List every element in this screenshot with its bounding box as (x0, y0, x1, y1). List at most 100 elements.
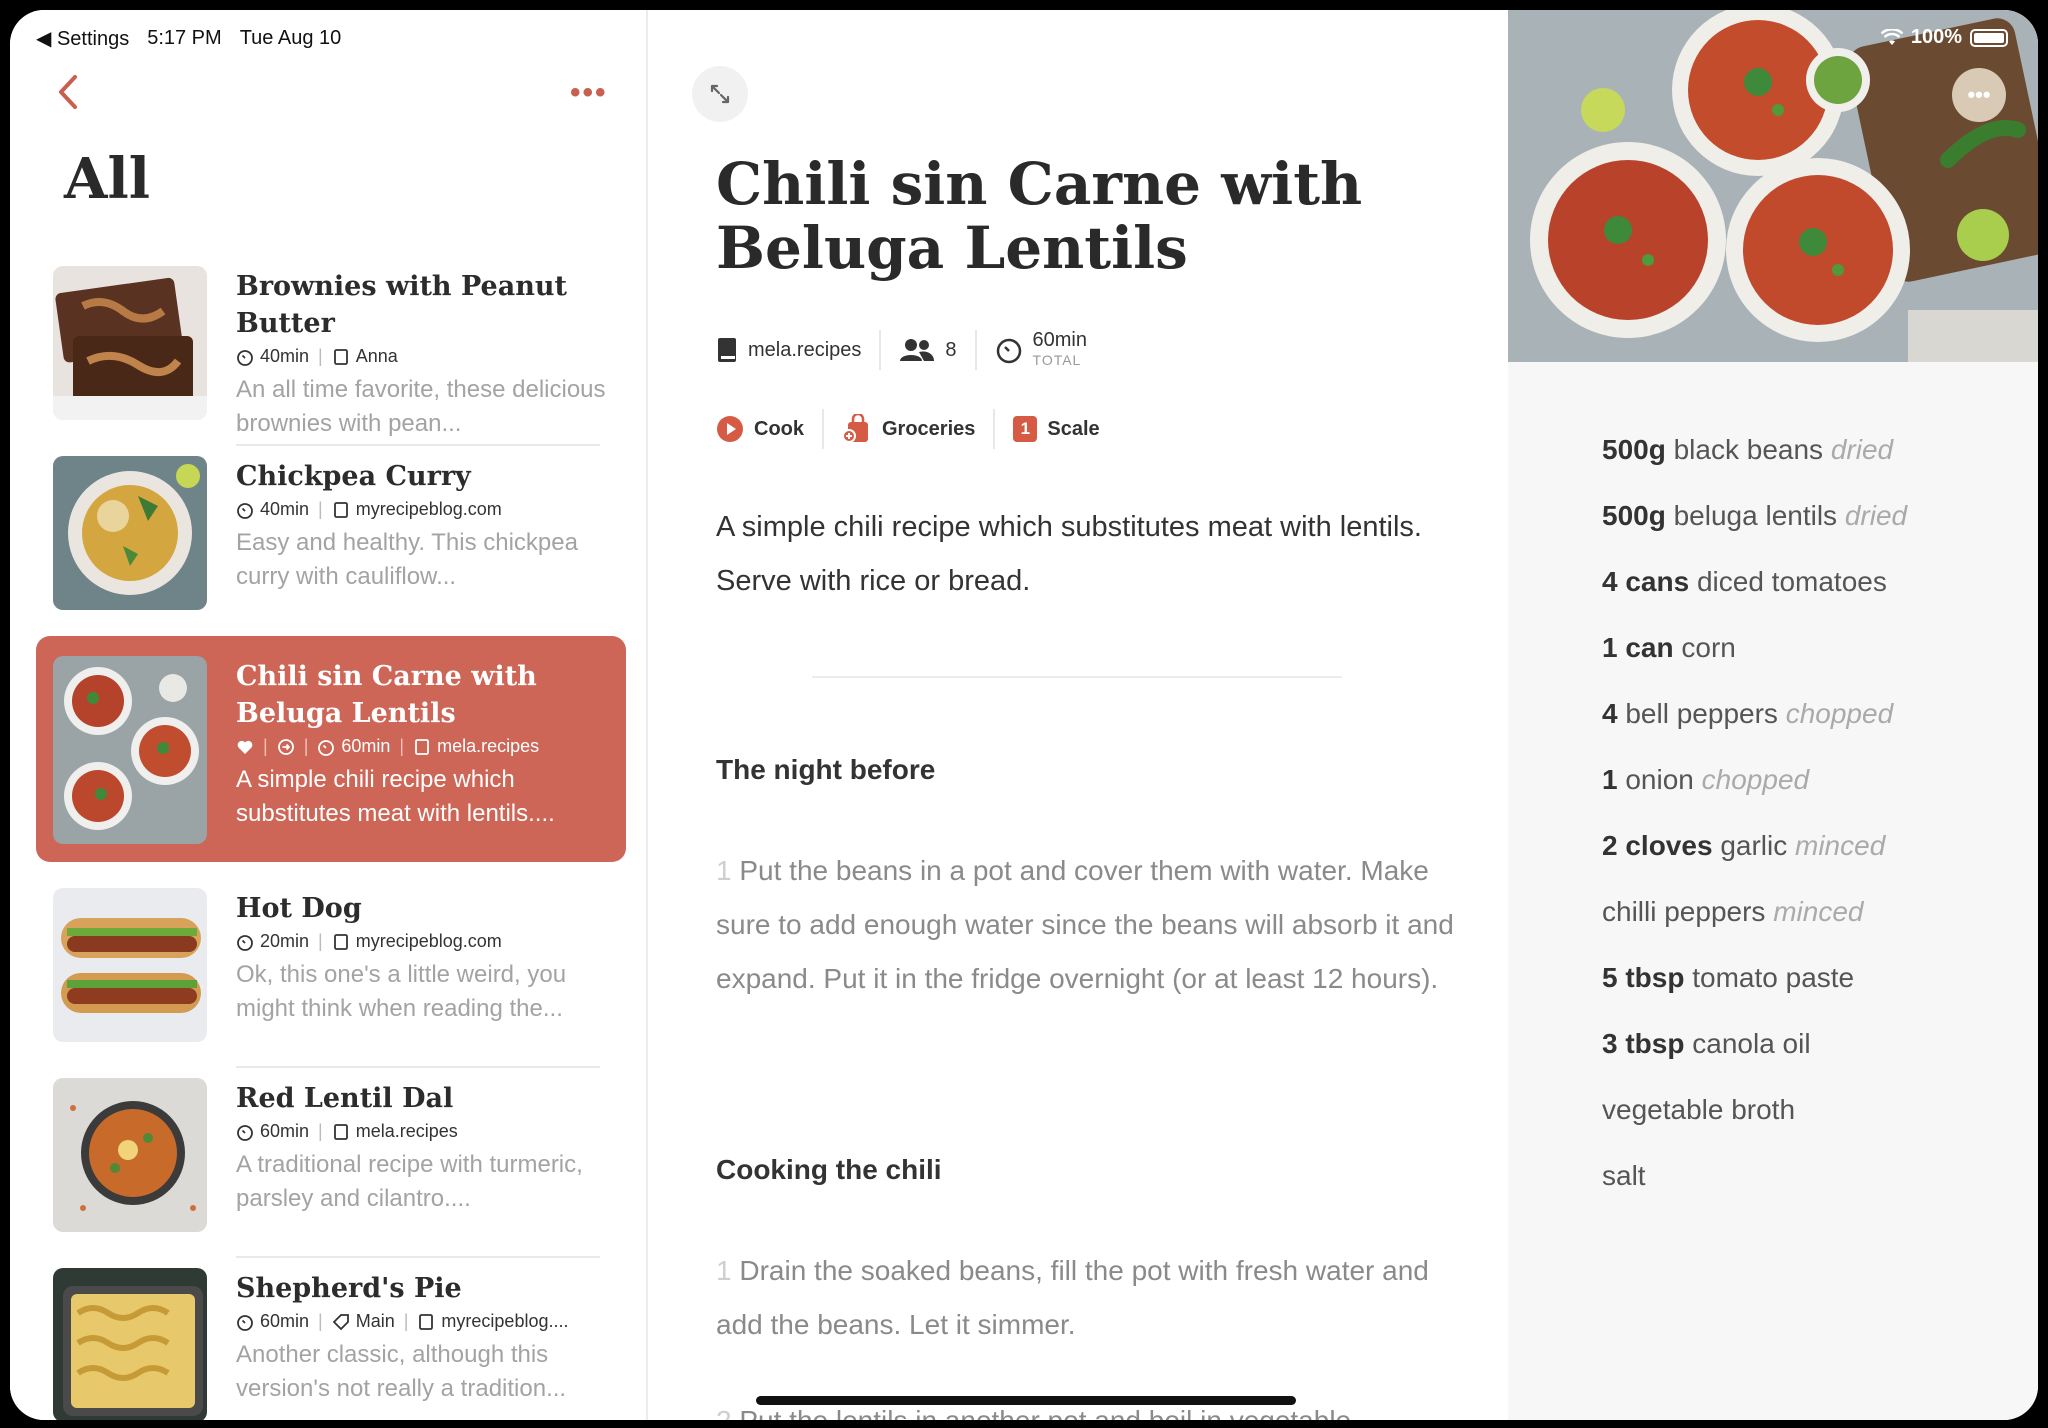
battery-percent: 100% (1910, 26, 1962, 48)
book-icon (333, 933, 348, 950)
ingredient-item: 500g black beans dried (1602, 434, 1894, 465)
section-heading: Cooking the chili (716, 1154, 942, 1185)
wifi-icon (1880, 28, 1903, 45)
recipe-meta: 60min | mela.recipes (236, 1121, 606, 1142)
recipe-meta: 40min | Anna (236, 346, 606, 367)
chevron-left-icon (59, 75, 77, 109)
ingredient-item: 2 cloves garlic minced (1602, 830, 1886, 861)
recipe-item-red-lentil-dal[interactable]: Red Lentil Dal 60min | mela.recipes A tra… (36, 1068, 626, 1258)
ingredient-item: 1 can corn (1602, 632, 1736, 663)
ingredient-item: 4 bell peppers chopped (1602, 698, 1894, 729)
ingredient-item: salt (1602, 1160, 1646, 1191)
recipe-list-pane: ••• All Brownies with Peanut Butter 40mi… (10, 10, 648, 1420)
book-icon (333, 348, 348, 365)
recipe-meta: 40min | myrecipeblog.com (236, 499, 606, 520)
recipe-summary: A simple chili recipe which substitutes … (716, 511, 1422, 597)
expand-icon (710, 84, 730, 104)
recipe-title: Chickpea Curry (236, 461, 471, 492)
heart-icon (237, 740, 253, 754)
recipe-title: Brownies with Peanut Butter (236, 271, 567, 339)
ingredient-item: 3 tbsp canola oil (1602, 1028, 1811, 1059)
recipe-thumbnail (53, 1078, 207, 1232)
book-icon (415, 738, 429, 755)
book-icon (333, 1123, 348, 1140)
scale-button[interactable]: 1 Scale (1013, 409, 1117, 449)
timer-icon (996, 338, 1021, 364)
recipe-info-row: mela.recipes 8 60min TOTAL (716, 324, 1123, 376)
groceries-button[interactable]: Groceries (842, 409, 996, 449)
recipe-title: Hot Dog (236, 893, 362, 924)
battery-icon (1970, 28, 2008, 47)
recipe-item-hot-dog[interactable]: Hot Dog 20min | myrecipeblog.com Ok, this… (36, 878, 626, 1068)
recipe-item-chickpea-curry[interactable]: Chickpea Curry 40min | myrecipeblog.com E… (36, 446, 626, 622)
recipe-title: Chili sin Carne with Beluga Lentils (236, 661, 537, 729)
recipe-thumbnail (53, 656, 207, 844)
timer-icon (237, 502, 253, 519)
recipe-description: Another classic, although this version's… (236, 1341, 567, 1402)
timer-icon (237, 934, 253, 951)
ingredients-list: 500g black beans dried 500g beluga lenti… (1602, 434, 2022, 1226)
recipe-meta: | | 60min | mela.recipes (236, 736, 606, 757)
divider (812, 676, 1342, 678)
recipe-meta: 60min | Main | myrecipeblog.... (236, 1311, 606, 1332)
timer-icon (237, 1314, 253, 1331)
book-icon (718, 338, 736, 362)
recipe-title: Shepherd's Pie (236, 1273, 462, 1304)
tag-icon (332, 1313, 349, 1330)
image-more-button[interactable]: ••• (1952, 68, 2006, 122)
timer-icon (237, 349, 253, 366)
recipe-thumbnail (53, 1268, 207, 1420)
ingredient-item: 4 cans diced tomatoes (1602, 566, 1887, 597)
book-icon (419, 1313, 434, 1330)
status-date: Tue Aug 10 (239, 27, 342, 49)
recipe-list: Brownies with Peanut Butter 40min | Anna … (36, 256, 626, 1420)
ipad-screen: ◀ Settings 5:17 PM Tue Aug 10 100% ••• A… (10, 10, 2038, 1420)
list-title: All (64, 146, 150, 212)
recipe-meta: 20min | myrecipeblog.com (236, 931, 606, 952)
people-icon (900, 339, 935, 361)
ingredient-item: vegetable broth (1602, 1094, 1796, 1125)
ingredients-pane: ••• 500g black beans dried 500g beluga l… (1508, 10, 2038, 1420)
recipe-description: A traditional recipe with turmeric, pars… (236, 1151, 583, 1212)
source-link[interactable]: mela.recipes (716, 330, 882, 370)
recipe-thumbnail (53, 888, 207, 1042)
recipe-detail: Chili sin Carne with Beluga Lentils mela… (648, 10, 1518, 1420)
recipe-action-row: Cook Groceries 1 Scale (716, 406, 1136, 452)
servings: 8 (899, 330, 977, 370)
section-heading: The night before (716, 754, 936, 785)
play-icon (717, 416, 743, 442)
ingredient-item: 5 tbsp tomato paste (1602, 962, 1855, 993)
status-time: 5:17 PM (147, 27, 222, 49)
recipe-item-chili-sin-carne[interactable]: Chili sin Carne with Beluga Lentils | | … (36, 636, 626, 862)
recipe-description: Ok, this one's a little weird, you might… (236, 961, 567, 1022)
recipe-item-brownies[interactable]: Brownies with Peanut Butter 40min | Anna … (36, 256, 626, 446)
timer-icon (318, 739, 335, 756)
recipe-item-shepherds-pie[interactable]: Shepherd's Pie 60min | Main | myrecipeblog… (36, 1258, 626, 1420)
recipe-thumbnail (53, 266, 207, 420)
recipe-title: Red Lentil Dal (236, 1083, 454, 1114)
scale-badge-icon: 1 (1013, 416, 1038, 442)
expand-button[interactable] (692, 66, 748, 122)
recipe-thumbnail (53, 456, 207, 610)
recipe-description: A simple chili recipe which substitutes … (236, 766, 555, 827)
instruction-step: 1 Drain the soaked beans, fill the pot w… (716, 1255, 1429, 1340)
back-button[interactable] (46, 70, 90, 114)
recipe-hero-image: ••• (1508, 10, 2038, 362)
ingredient-item: chilli peppers minced (1602, 896, 1864, 927)
home-indicator[interactable] (756, 1396, 1296, 1405)
status-bar: ◀ Settings 5:17 PM Tue Aug 10 100% (10, 18, 2038, 58)
back-to-app-link[interactable]: ◀ Settings (36, 26, 129, 51)
recipe-description: An all time favorite, these delicious br… (236, 376, 606, 437)
timer-icon (237, 1124, 253, 1141)
cook-mode-icon (277, 738, 294, 755)
total-time: 60min TOTAL (995, 330, 1105, 370)
book-icon (333, 501, 348, 518)
recipe-description: Easy and healthy. This chickpea curry wi… (236, 529, 578, 590)
recipe-detail-title: Chili sin Carne with Beluga Lentils (716, 150, 1363, 282)
shopping-bag-icon (842, 414, 868, 443)
cook-button[interactable]: Cook (716, 409, 824, 449)
more-options-button[interactable]: ••• (570, 76, 608, 110)
ingredient-item: 500g beluga lentils dried (1602, 500, 1908, 531)
ingredient-item: 1 onion chopped (1602, 764, 1810, 795)
instruction-step: 1 Put the beans in a pot and cover them … (716, 855, 1454, 994)
